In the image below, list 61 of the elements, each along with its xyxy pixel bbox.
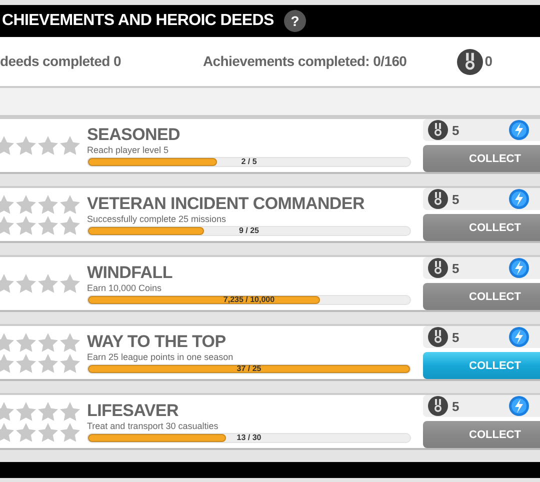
star-icon bbox=[16, 402, 36, 421]
achievement-description: Treat and transport 30 casualties bbox=[87, 420, 220, 432]
reward-count: 5 bbox=[452, 260, 460, 278]
star-icon bbox=[38, 422, 58, 442]
medal-count: 0 bbox=[484, 52, 492, 72]
star-icon bbox=[60, 136, 80, 156]
achievement-description: Earn 25 league points in one season bbox=[87, 352, 234, 363]
star-icon bbox=[16, 216, 36, 235]
achievement-title: LIFESAVER bbox=[87, 400, 180, 421]
star-icon bbox=[38, 354, 58, 373]
star-icon bbox=[60, 402, 80, 421]
star-icon bbox=[38, 332, 58, 352]
reward-count: 5 bbox=[452, 328, 460, 347]
achievements-completed-label: Achievements completed: 0/160 bbox=[202, 52, 407, 72]
bolt-icon bbox=[509, 396, 530, 416]
progress-label: 7,235 / 10,000 bbox=[222, 294, 276, 306]
medal-icon bbox=[428, 120, 448, 140]
achievement-description: Earn 10,000 Coins bbox=[87, 282, 163, 294]
star-icon bbox=[60, 354, 80, 373]
progress-label: 2 / 5 bbox=[240, 156, 258, 168]
star-icon bbox=[38, 402, 58, 421]
screen-title: CHIEVEMENTS AND HEROIC DEEDS bbox=[2, 11, 274, 32]
medal-icon bbox=[428, 327, 448, 348]
achievement-title: VETERAN INCIDENT COMMANDER bbox=[87, 194, 366, 214]
reward-count: 5 bbox=[452, 398, 460, 416]
star-icon bbox=[60, 274, 80, 294]
achievement-description: Reach player level 5 bbox=[87, 144, 170, 156]
star-icon bbox=[38, 274, 58, 294]
medal-icon bbox=[428, 258, 448, 278]
star-icon bbox=[16, 422, 36, 442]
bolt-icon bbox=[509, 189, 530, 210]
deeds-completed-label: deeds completed 0 bbox=[0, 52, 121, 72]
star-icon bbox=[16, 274, 36, 294]
reward-count: 5 bbox=[452, 122, 460, 140]
collect-button[interactable]: COLLECT bbox=[423, 352, 540, 380]
star-icon bbox=[60, 194, 80, 214]
star-icon bbox=[16, 332, 36, 352]
star-icon bbox=[16, 136, 36, 156]
achievement-title: SEASONED bbox=[87, 124, 182, 145]
medal-icon bbox=[428, 396, 448, 416]
star-icon bbox=[60, 332, 80, 352]
help-button[interactable]: ? bbox=[284, 10, 306, 32]
star-icon bbox=[16, 354, 36, 373]
reward-count: 5 bbox=[452, 190, 460, 209]
bolt-icon bbox=[509, 120, 530, 140]
star-icon bbox=[60, 216, 80, 235]
medal-icon bbox=[456, 48, 483, 75]
progress-label: 9 / 25 bbox=[238, 224, 260, 237]
achievement-title: WINDFALL bbox=[87, 262, 174, 283]
star-icon bbox=[38, 216, 58, 235]
achievement-title: WAY TO THE TOP bbox=[87, 332, 227, 352]
progress-label: 13 / 30 bbox=[236, 432, 262, 444]
achievement-description: Successfully complete 25 missions bbox=[87, 214, 228, 225]
star-icon bbox=[38, 136, 58, 156]
progress-label: 37 / 25 bbox=[236, 362, 262, 375]
bolt-icon bbox=[509, 258, 530, 278]
star-icon bbox=[16, 194, 36, 214]
bolt-icon bbox=[509, 327, 530, 348]
medal-icon bbox=[428, 189, 448, 210]
star-icon bbox=[60, 422, 80, 442]
star-icon bbox=[38, 194, 58, 214]
